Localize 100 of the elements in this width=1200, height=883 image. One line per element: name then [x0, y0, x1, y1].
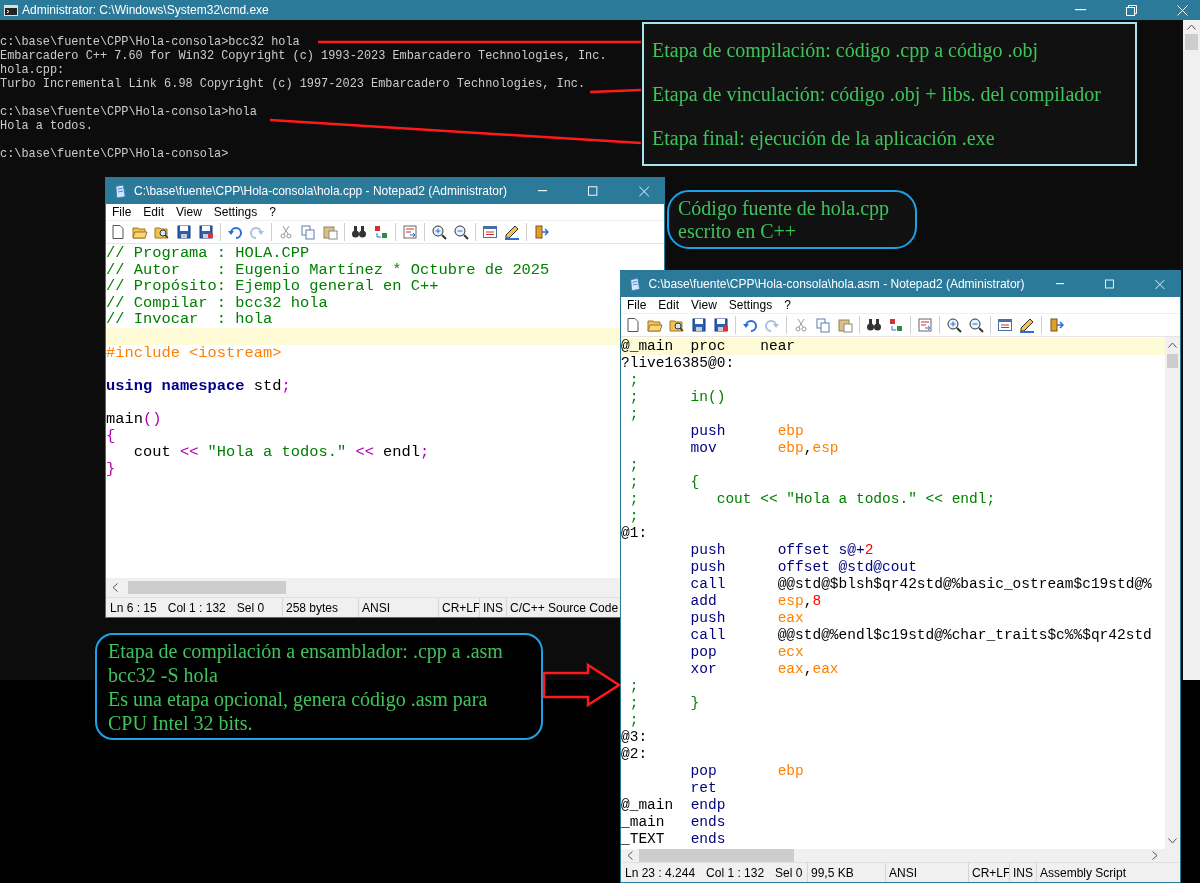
console-line: Turbo Incremental Link 6.98 Copyright (c) 1997-2023 Embarcadero Technologies, Inc. [0, 77, 586, 91]
save-as-icon[interactable] [198, 224, 214, 240]
scroll-left-icon[interactable] [112, 583, 118, 592]
maximize-icon[interactable] [588, 186, 598, 196]
scroll-thumb[interactable] [639, 849, 794, 862]
exit-icon[interactable] [1048, 317, 1064, 333]
scrollbar[interactable] [1183, 20, 1200, 680]
window-icon[interactable] [997, 317, 1013, 333]
menu-item[interactable]: ? [784, 296, 791, 314]
code-line: @_main proc near [621, 338, 796, 354]
binoculars-icon[interactable] [351, 224, 367, 240]
menu-item[interactable]: View [176, 203, 202, 221]
menu-item[interactable]: Settings [728, 296, 773, 314]
code-line: _TEXT ends [621, 831, 726, 847]
status-text: Ln 6 : 15 [110, 599, 157, 617]
callout-text: Etapa de compilación a ensamblador: .cpp a .asm [108, 638, 504, 663]
save-as-icon[interactable] [713, 317, 729, 333]
menu-item[interactable]: View [691, 296, 717, 314]
close-icon[interactable] [638, 185, 649, 197]
code-line: using namespace std; [106, 376, 291, 395]
status-text: Sel 0 [775, 864, 803, 882]
status-text: Assembly Script [1040, 864, 1127, 882]
callout-text: CPU Intel 32 bits. [108, 711, 254, 735]
new-document-icon[interactable] [625, 317, 641, 333]
console-line: Hola a todos. [0, 119, 93, 133]
browse-icon[interactable] [154, 224, 170, 240]
callout-text: Es una etapa opcional, genera código .asm para [108, 686, 489, 711]
scroll-up-icon[interactable] [1168, 342, 1177, 348]
minimize-icon[interactable] [1075, 9, 1086, 11]
status-text: Sel 0 [236, 599, 265, 617]
replace-icon[interactable] [888, 317, 904, 333]
paste-icon[interactable] [837, 317, 853, 333]
menu-item[interactable]: Edit [143, 203, 165, 221]
undo-icon[interactable] [742, 317, 758, 333]
status-text: CR+LF [972, 864, 1011, 882]
code-line: @_main endp [621, 797, 726, 813]
exit-icon[interactable] [533, 224, 549, 240]
scroll-left-icon[interactable] [627, 851, 633, 860]
status-text: INS [483, 599, 503, 617]
zoom-in-icon[interactable] [431, 224, 447, 240]
console-line: Embarcadero C++ 7.60 for Win32 Copyright (c) 1993-2023 Embarcadero Technologies, Inc. [0, 49, 607, 63]
copy-icon[interactable] [300, 224, 316, 240]
status-text: Col 1 : 132 [706, 864, 765, 882]
code-line: pop ebp [689, 763, 804, 779]
menu-item[interactable]: ? [269, 203, 276, 221]
paste-icon[interactable] [322, 224, 338, 240]
code-line: ?live16385@0: [621, 355, 735, 371]
pencil-icon[interactable] [1019, 317, 1035, 333]
scroll-down-icon[interactable] [1168, 838, 1177, 844]
pencil-icon[interactable] [504, 224, 520, 240]
code-line: // Invocar : hola [106, 310, 273, 329]
callout-text: Etapa final: ejecución de la aplicación .exe [652, 126, 996, 150]
copy-icon[interactable] [815, 317, 831, 333]
code-line: cout << "Hola a todos." << endl; [132, 443, 430, 462]
scrollbar[interactable] [1165, 337, 1180, 849]
code-line: ; { [628, 474, 700, 490]
menu-item[interactable]: File [112, 203, 132, 221]
scroll-thumb[interactable] [1167, 354, 1178, 368]
zoom-in-icon[interactable] [946, 317, 962, 333]
scroll-up-icon[interactable] [1187, 24, 1196, 30]
maximize-icon[interactable] [1105, 279, 1115, 289]
goto-icon[interactable] [402, 224, 418, 240]
code-line: ; [628, 712, 639, 728]
minimize-icon[interactable] [537, 190, 548, 192]
zoom-out-icon[interactable] [453, 224, 469, 240]
code-line: ret [689, 780, 717, 796]
close-icon[interactable] [1177, 4, 1188, 16]
save-icon[interactable] [691, 317, 707, 333]
callout-text: bcc32 -S hola [108, 663, 219, 687]
goto-icon[interactable] [917, 317, 933, 333]
notepad-icon [629, 276, 642, 292]
close-icon[interactable] [1155, 278, 1165, 290]
undo-icon[interactable] [227, 224, 243, 240]
new-document-icon[interactable] [110, 224, 126, 240]
scroll-thumb[interactable] [1185, 34, 1198, 50]
scroll-thumb[interactable] [128, 581, 286, 594]
scroll-right-icon[interactable] [1152, 851, 1158, 860]
folder-icon[interactable] [647, 317, 663, 333]
console-line: c:\base\fuente\CPP\Hola-consola>bcc32 hola [0, 35, 300, 49]
status-text: CR+LF [442, 599, 481, 617]
window-title: Administrator: C:\Windows\System32\cmd.exe [22, 2, 269, 19]
save-icon[interactable] [176, 224, 192, 240]
menu-item[interactable]: Edit [658, 296, 680, 314]
console-line: hola.cpp: [0, 63, 65, 77]
replace-icon[interactable] [373, 224, 389, 240]
folder-icon[interactable] [132, 224, 148, 240]
console-icon [4, 4, 18, 16]
code-line: ; [628, 508, 639, 524]
browse-icon[interactable] [669, 317, 685, 333]
menu-item[interactable]: File [627, 296, 647, 314]
binoculars-icon[interactable] [866, 317, 882, 333]
restore-icon[interactable] [1126, 4, 1137, 16]
window-icon[interactable] [482, 224, 498, 240]
menu-item[interactable]: Settings [213, 203, 258, 221]
code-line: ; [628, 678, 639, 694]
code-line: _main ends [621, 814, 726, 830]
minimize-icon[interactable] [1055, 283, 1065, 285]
code-line: mov ebp,esp [689, 440, 839, 456]
zoom-out-icon[interactable] [968, 317, 984, 333]
code-line: main() [106, 409, 162, 428]
